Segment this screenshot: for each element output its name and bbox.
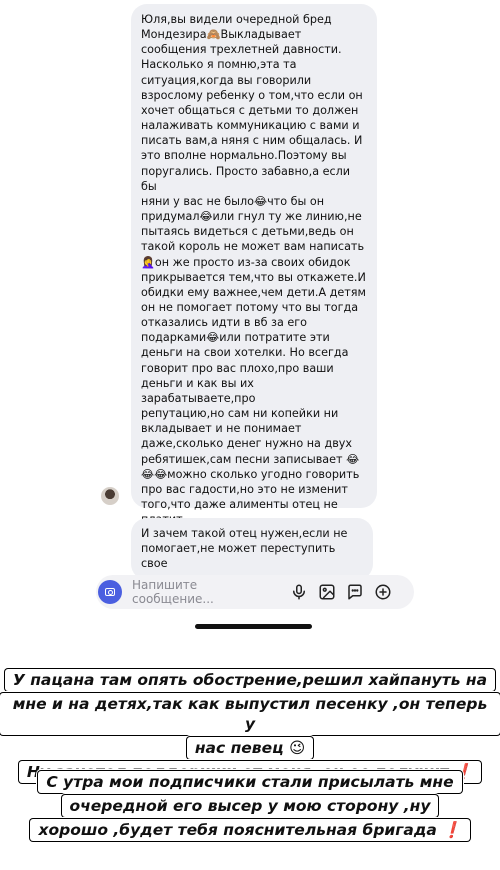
sender-avatar[interactable]	[101, 487, 119, 505]
caption-line: С утра мои подписчики стали присылать мн…	[38, 771, 462, 793]
microphone-icon	[293, 584, 305, 600]
story-caption-1: У пацана там опять обострение,решил хайп…	[0, 668, 500, 784]
camera-button[interactable]	[98, 580, 122, 604]
caption-line: мне и на детях,так как выпустил песенку …	[0, 693, 500, 735]
sticker-button[interactable]	[344, 581, 366, 603]
message-composer: Напишите сообщение...	[96, 575, 414, 609]
message-input[interactable]: Напишите сообщение...	[132, 578, 282, 606]
chat-screenshot: Юля,вы видели очередной бред Мондезира🙈В…	[91, 0, 416, 638]
home-indicator	[195, 624, 312, 629]
plus-circle-icon	[375, 584, 391, 600]
caption-line: хорошо ,будет тебя пояснительная бригада…	[30, 819, 470, 841]
microphone-button[interactable]	[288, 581, 310, 603]
gallery-button[interactable]	[316, 581, 338, 603]
caption-line: очередной его высер у мою сторону ,ну	[61, 795, 439, 817]
sticker-icon	[348, 584, 362, 600]
message-bubble: Юля,вы видели очередной бред Мондезира🙈В…	[131, 4, 377, 526]
add-button[interactable]	[372, 581, 394, 603]
caption-line: У пацана там опять обострение,решил хайп…	[4, 669, 496, 691]
camera-icon	[105, 588, 115, 596]
message-bubble: И зачем такой отец нужен,если не помогае…	[131, 518, 373, 580]
image-icon	[319, 584, 335, 600]
caption-line: нас певец 😉	[186, 737, 314, 759]
story-caption-2: С утра мои подписчики стали присылать мн…	[0, 770, 500, 842]
